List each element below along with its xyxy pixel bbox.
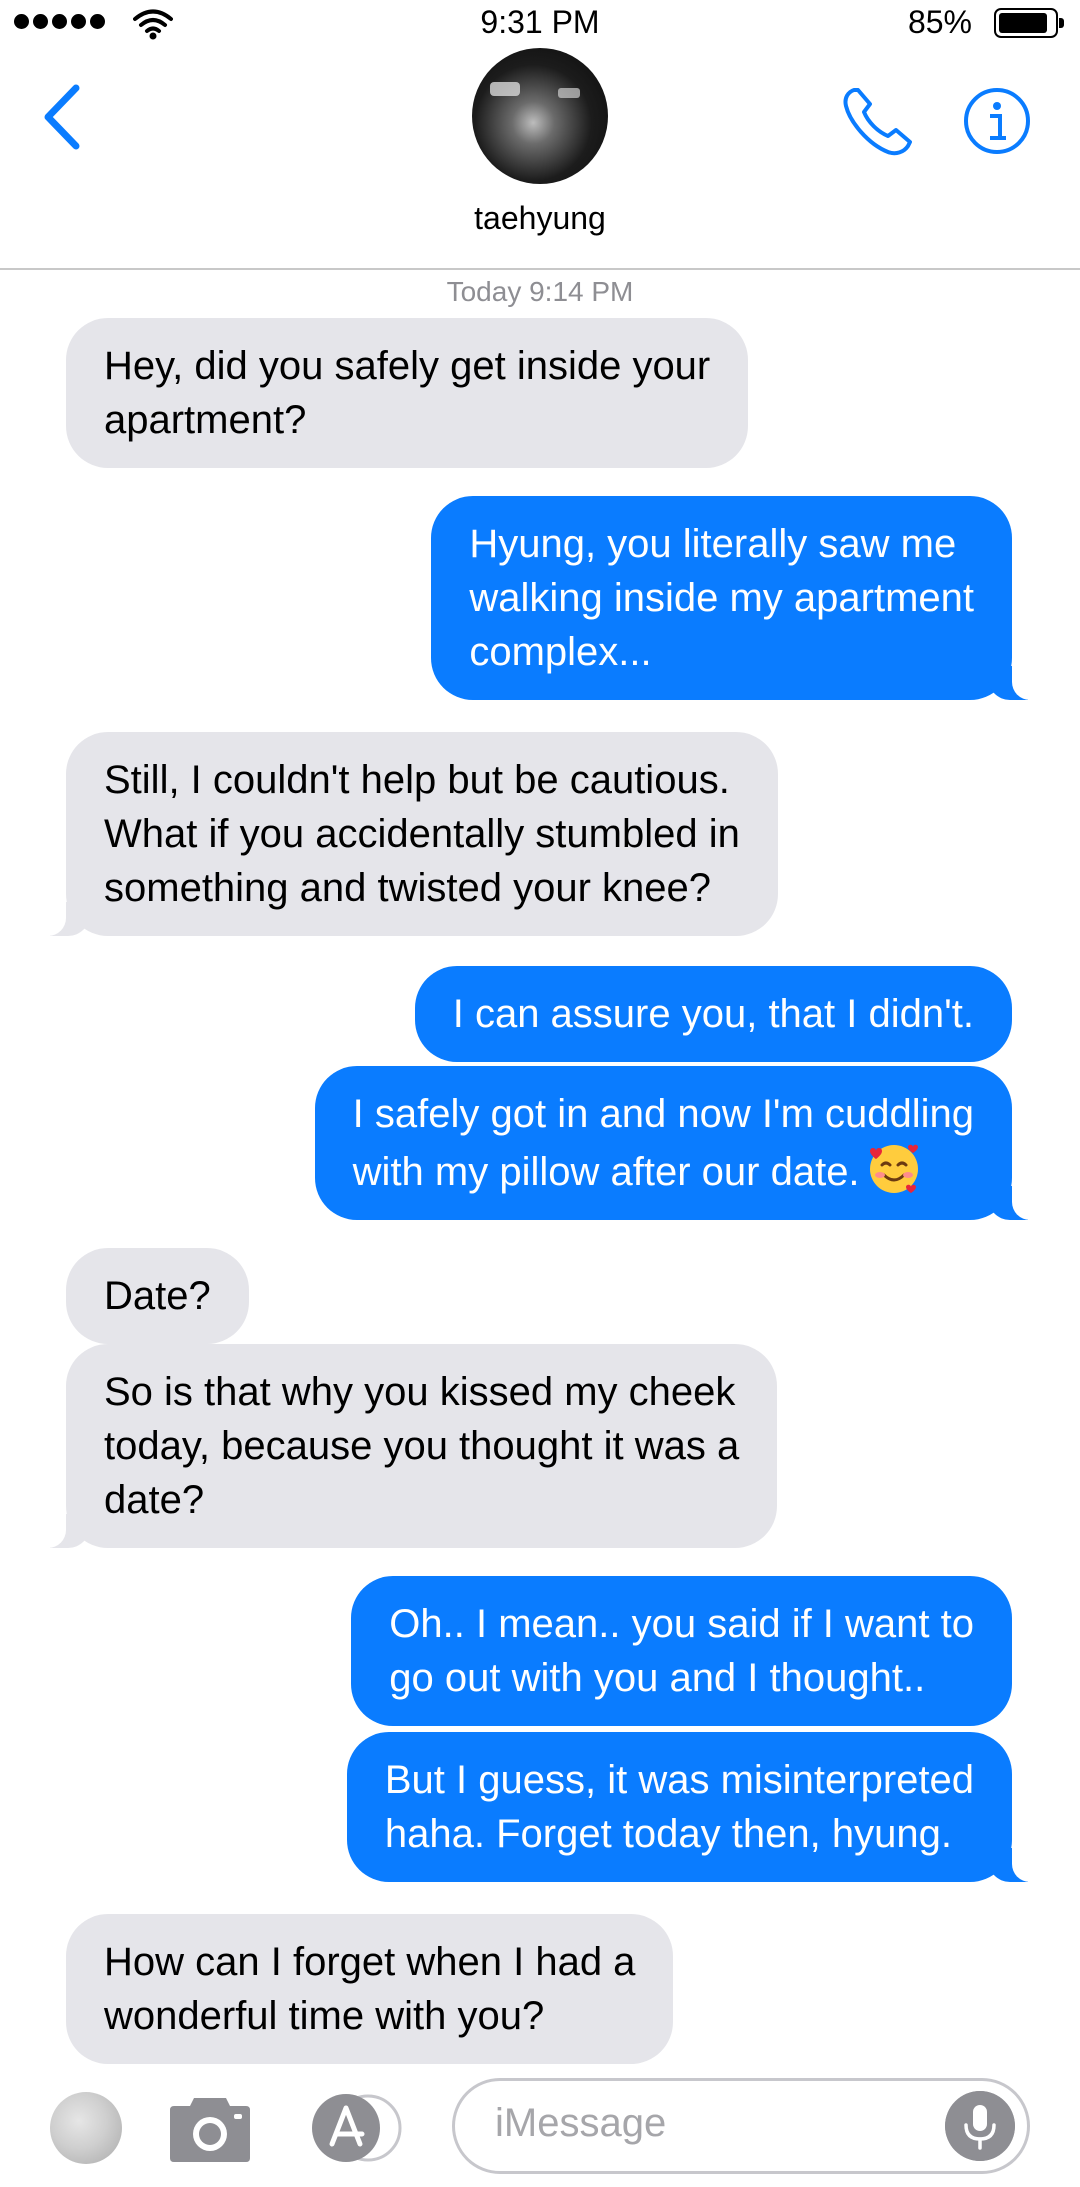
back-chevron-icon[interactable] xyxy=(40,82,84,152)
message-line: today, because you thought it was a xyxy=(104,1424,740,1468)
message-bubble-incoming[interactable]: How can I forget when I had a wonderful … xyxy=(66,1914,674,2064)
message-text: with my pillow after our date. xyxy=(352,1150,860,1194)
conversation-timestamp: Today 9:14 PM xyxy=(446,276,634,307)
contact-name[interactable]: taehyung xyxy=(0,200,1080,237)
message-line: complex... xyxy=(469,630,652,674)
message-composer: iMessage xyxy=(0,2070,1080,2187)
imessage-input[interactable]: iMessage xyxy=(452,2078,1030,2174)
status-bar: 9:31 PM 85% xyxy=(0,0,1080,48)
message-bubble-outgoing[interactable]: Hyung, you literally saw me walking insi… xyxy=(431,496,1044,700)
message-line: Oh.. I mean.. you said if I want to xyxy=(389,1602,974,1646)
message-line: wonderful time with you? xyxy=(104,1994,545,2038)
contact-avatar[interactable] xyxy=(472,48,608,184)
info-icon[interactable] xyxy=(962,86,1032,156)
photos-icon[interactable] xyxy=(50,2092,122,2164)
message-line: apartment? xyxy=(104,398,307,442)
phone-icon[interactable] xyxy=(840,84,916,160)
message-bubble-outgoing[interactable]: But I guess, it was misinterpreted haha.… xyxy=(346,1732,1045,1882)
smiling-face-with-hearts-emoji xyxy=(869,1144,918,1193)
message-line: Hyung, you literally saw me xyxy=(469,522,957,566)
conversation-header: taehyung xyxy=(0,48,1080,270)
microphone-icon[interactable] xyxy=(945,2091,1015,2161)
message-line: How can I forget when I had a xyxy=(104,1940,636,1984)
message-line: I can assure you, that I didn't. xyxy=(452,992,974,1036)
message-bubble-incoming[interactable]: Still, I couldn't help but be cautious. … xyxy=(34,732,778,936)
message-line: Still, I couldn't help but be cautious. xyxy=(104,758,730,802)
message-line: Date? xyxy=(104,1274,211,1318)
message-bubble-outgoing[interactable]: I safely got in and now I'm cuddling wit… xyxy=(314,1066,1045,1220)
message-line: something and twisted your knee? xyxy=(104,866,712,910)
imessage-placeholder: iMessage xyxy=(495,2101,667,2145)
battery-icon xyxy=(994,8,1064,38)
message-bubble-outgoing[interactable]: Oh.. I mean.. you said if I want to go o… xyxy=(351,1576,1012,1726)
message-line: But I guess, it was misinterpreted xyxy=(384,1758,974,1802)
camera-icon[interactable] xyxy=(168,2092,252,2164)
message-line: with my pillow after our date. xyxy=(353,1141,974,1199)
app-store-icon[interactable] xyxy=(306,2090,406,2166)
message-line: haha. Forget today then, hyung. xyxy=(384,1812,952,1856)
battery-percentage: 85% xyxy=(907,4,972,40)
message-line: What if you accidentally stumbled in xyxy=(104,812,740,856)
message-bubble-incoming[interactable]: So is that why you kissed my cheek today… xyxy=(33,1344,778,1548)
message-bubble-incoming[interactable]: Date? xyxy=(66,1248,249,1344)
message-line: So is that why you kissed my cheek xyxy=(104,1370,736,1414)
message-line: go out with you and I thought.. xyxy=(389,1656,926,1700)
message-line: I safely got in and now I'm cuddling xyxy=(352,1092,974,1136)
message-bubble-incoming[interactable]: Hey, did you safely get inside your apar… xyxy=(66,318,749,468)
message-line: walking inside my apartment xyxy=(469,576,974,620)
message-line: date? xyxy=(104,1478,205,1522)
message-line: Hey, did you safely get inside your xyxy=(104,344,711,388)
message-bubble-outgoing[interactable]: I can assure you, that I didn't. xyxy=(414,966,1012,1062)
